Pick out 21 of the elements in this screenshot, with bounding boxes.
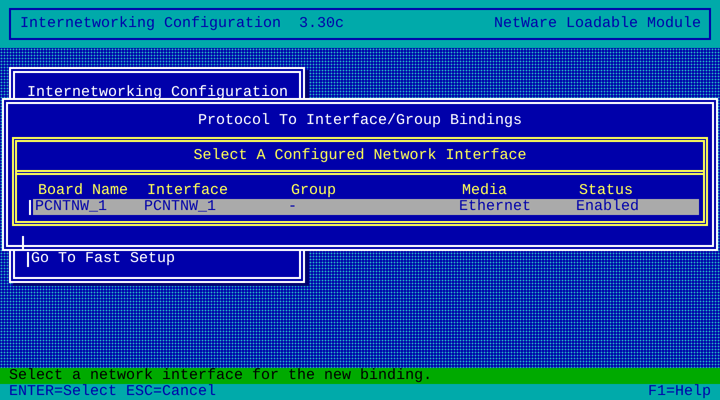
window-title: Internetworking Configuration [26,83,290,101]
menu-item[interactable]: Go To Fast Setup [31,251,176,267]
table-cell-text: PCNTNW_1 [35,199,108,215]
key-hint: ENTER=Select ESC=Cancel [9,384,216,400]
table-cell-text: - [288,199,298,215]
table-cell-text: Ethernet [459,199,532,215]
key-hint: F1=Help [648,384,711,400]
table-row[interactable]: PCNTNW_1 PCNTNW_1 - Ethernet Enabled [33,199,699,215]
column-header: Board Name [38,183,130,199]
program-title: Internetworking Configuration 3.30c [20,16,344,32]
window-title: Select A Configured Network Interface [17,142,703,175]
prompt-text: Select a network interface for the new binding. [9,367,432,384]
window-title: Protocol To Interface/Group Bindings [196,111,524,131]
column-header: Group [291,183,338,199]
column-header: Interface [147,183,230,199]
column-header: Media [462,183,508,199]
column-header: Status [579,183,634,199]
module-label: NetWare Loadable Module [494,16,701,32]
text-cursor [29,200,31,214]
table-cell-text: Enabled [576,199,640,215]
table-cell-text: PCNTNW_1 [144,199,218,215]
